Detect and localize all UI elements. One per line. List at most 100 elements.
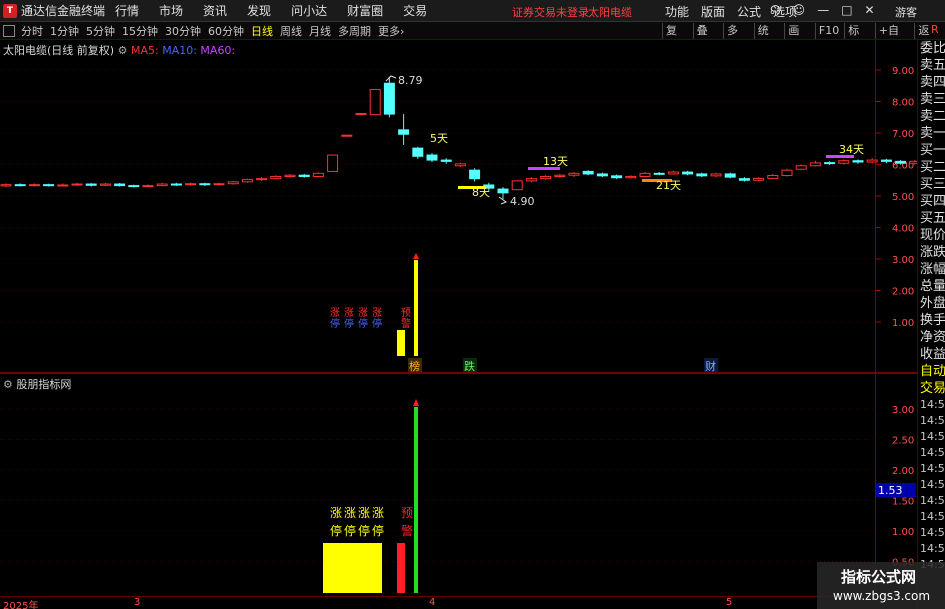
sub-limitup-3a: 涨 — [358, 505, 370, 520]
indicator-settings-icon[interactable]: ⚙ — [3, 378, 13, 391]
tool-stats[interactable]: 统计 — [753, 23, 783, 53]
chevron-right-icon: › — [400, 24, 405, 38]
candle — [114, 183, 126, 187]
auto-trade-labels: 自动 交易 — [918, 363, 945, 397]
fib-13-label: 13天 — [543, 155, 568, 168]
quote-label: 外盘 — [920, 296, 945, 311]
quote-label: 卖二 — [920, 109, 945, 124]
menu-discover[interactable]: 发现 — [247, 2, 271, 19]
sub-limitup-2a: 涨 — [344, 505, 356, 520]
menu-ask[interactable]: 问小达 — [291, 2, 327, 19]
bang-label: 榜 — [409, 359, 420, 373]
quote-label: 买一 — [920, 143, 945, 158]
time-label-mar: 3 — [134, 597, 141, 608]
login-status[interactable]: 证券交易未登录 — [512, 4, 589, 20]
price-tick-label: 7.00 — [892, 129, 914, 140]
main-chart-title: 太阳电缆(日线 前复权) — [3, 44, 115, 57]
menu-layout[interactable]: 版面 — [701, 3, 725, 20]
period-5min[interactable]: 5分钟 — [86, 23, 115, 39]
panel-toggle-icon[interactable] — [3, 24, 15, 37]
support-icon[interactable]: ☊ — [770, 3, 781, 17]
period-15min[interactable]: 15分钟 — [122, 23, 158, 39]
close-icon[interactable]: ✕ — [865, 3, 875, 17]
candle — [355, 112, 367, 115]
quote-label: 买四 — [920, 194, 945, 209]
sub-limitup-1a: 涨 — [330, 505, 342, 520]
tool-overlay[interactable]: 叠加 — [692, 23, 722, 53]
indicator-tick-label: 2.00 — [892, 466, 914, 477]
tool-mark[interactable]: 标记 — [844, 23, 873, 53]
fib-21-label: 21天 — [656, 179, 681, 192]
price-tick-label: 5.00 — [892, 192, 914, 203]
period-daily[interactable]: 日线 — [251, 23, 273, 39]
period-timeshare[interactable]: 分时 — [21, 23, 43, 39]
menu-formula[interactable]: 公式 — [737, 3, 761, 20]
sub-limitup-3b: 停 — [358, 523, 370, 538]
tick-time: 14:56 — [920, 446, 945, 459]
kline-chart[interactable]: 9.008.007.006.005.004.003.002.001.00 8.7… — [0, 40, 917, 373]
quote-labels: 委比 卖五 卖四 卖三 卖二 卖一 买一 买二 买三 买四 买五 现价 涨跌 涨幅 总量 外盘 换手 净资 收益 — [918, 40, 945, 363]
auto-trade-label[interactable]: 交易 — [918, 380, 945, 397]
indicator-title: 股朋指标网 — [16, 378, 72, 391]
main-limitup-2b: 停 — [344, 317, 354, 330]
period-1min[interactable]: 1分钟 — [50, 23, 79, 39]
quote-panel: 委比 卖五 卖四 卖三 卖二 卖一 买一 买二 买三 买四 买五 现价 涨跌 涨幅 总量 外盘 换手 净资 收益 自… — [917, 40, 945, 609]
menu-wealth[interactable]: 财富圈 — [347, 2, 383, 19]
user-icon[interactable]: ☺ — [793, 3, 806, 17]
menu-trade[interactable]: 交易 — [403, 2, 427, 19]
maximize-icon[interactable]: □ — [841, 3, 852, 17]
quote-label: 买三 — [920, 177, 945, 192]
candle — [327, 154, 339, 172]
minimize-icon[interactable]: — — [817, 3, 829, 17]
quote-label: 卖五 — [920, 58, 945, 73]
price-tick-label: 4.00 — [892, 224, 914, 235]
watermark-url: www.zbgs3.com — [833, 589, 931, 603]
quote-label: 买五 — [920, 211, 945, 226]
menu-quotes[interactable]: 行情 — [115, 2, 139, 19]
menu-function[interactable]: 功能 — [665, 3, 689, 20]
menu-news[interactable]: 资讯 — [203, 2, 227, 19]
indicator-chart[interactable]: 3.002.502.001.501.000.50 1.53 涨 停 涨 停 涨 … — [0, 373, 917, 596]
period-30min[interactable]: 30分钟 — [165, 23, 201, 39]
sub-limitup-4b: 停 — [372, 523, 384, 538]
ma60-label: MA60: — [200, 44, 236, 57]
price-tick-label: 3.00 — [892, 255, 914, 266]
tick-time: 14:56 — [920, 462, 945, 475]
tool-add-watch[interactable]: +自选 — [874, 23, 913, 53]
sub-limitup-4a: 涨 — [372, 505, 384, 520]
main-limitup-1a: 涨 — [330, 307, 340, 319]
period-monthly[interactable]: 月线 — [309, 23, 331, 39]
main-chart-title-row: 太阳电缆(日线 前复权) ⚙ MA5: MA10: MA60: — [3, 42, 235, 58]
tick-time: 14:56 — [920, 510, 945, 523]
period-weekly[interactable]: 周线 — [280, 23, 302, 39]
auto-trade-label[interactable]: 自动 — [918, 363, 945, 380]
candle — [781, 168, 793, 177]
fib-34-label: 34天 — [839, 143, 864, 156]
tool-multi-stock[interactable]: 多股 — [723, 23, 752, 53]
ma5-label: MA5: — [130, 44, 159, 57]
price-tick-label: 8.00 — [892, 98, 914, 109]
candle — [795, 164, 807, 171]
tick-time: 14:56 — [920, 430, 945, 443]
tick-time: 14:56 — [920, 414, 945, 427]
tool-f10[interactable]: F10 — [814, 23, 842, 39]
period-more-label: 更多 — [378, 24, 400, 38]
right-panel-tab[interactable]: R — [931, 23, 939, 36]
candle — [312, 172, 324, 178]
die-label: 跌 — [464, 359, 475, 373]
quote-label: 涨幅 — [920, 262, 945, 277]
period-multi[interactable]: 多周期 — [338, 23, 371, 39]
guest-label[interactable]: 游客 — [895, 4, 917, 20]
tick-times: 14:56 14:56 14:56 14:56 14:56 14:56 14:56 14:56… — [918, 397, 945, 573]
main-limitup-2a: 涨 — [344, 307, 354, 319]
tool-draw[interactable]: 画线 — [784, 23, 813, 53]
quote-label: 卖四 — [920, 75, 945, 90]
period-more[interactable]: 更多› — [378, 23, 404, 39]
fib-8-label: 8天 — [472, 186, 490, 199]
tool-adjust[interactable]: 复权 — [662, 23, 691, 53]
settings-icon[interactable]: ⚙ — [118, 44, 128, 57]
menu-market[interactable]: 市场 — [159, 2, 183, 19]
sub-warn-b: 警 — [401, 523, 413, 538]
sub-green-bar — [414, 407, 418, 593]
period-60min[interactable]: 60分钟 — [208, 23, 244, 39]
